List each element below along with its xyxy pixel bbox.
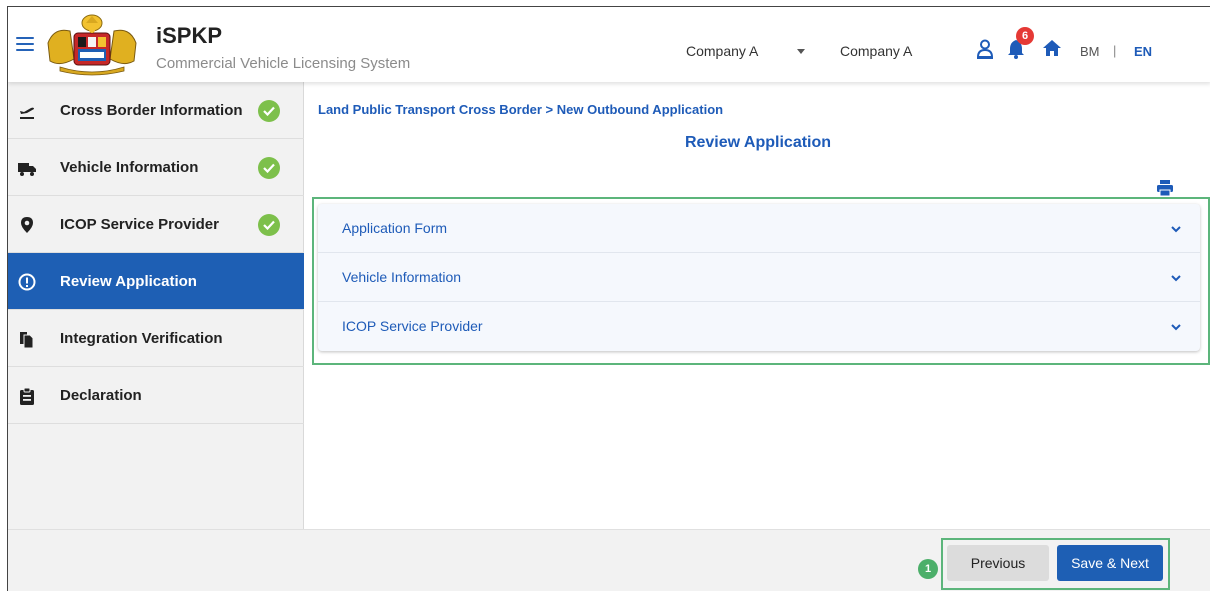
app-name: iSPKP — [156, 23, 223, 48]
accordion-label: Application Form — [342, 220, 448, 236]
coat-of-arms-logo — [47, 14, 137, 76]
page-title: Review Application — [684, 134, 832, 151]
sidebar-item-label: Review Application — [60, 273, 197, 290]
map-pin-icon — [21, 217, 33, 233]
sidebar-item-declaration[interactable]: Declaration — [8, 367, 304, 424]
clipboard-icon — [20, 387, 34, 405]
company-name: Company A — [840, 43, 913, 59]
files-icon — [20, 332, 34, 348]
sidebar: Cross Border Information Vehicle Informa… — [8, 82, 304, 529]
step-marker: 1 — [918, 559, 938, 579]
sidebar-item-integration-verification[interactable]: Integration Verification — [8, 310, 304, 367]
sidebar-item-cross-border-information[interactable]: Cross Border Information — [8, 82, 304, 139]
breadcrumb[interactable]: Land Public Transport Cross Border > New… — [318, 102, 723, 117]
check-circle-icon — [258, 157, 280, 179]
accordion-item-vehicle-information[interactable]: Vehicle Information — [318, 253, 1200, 302]
sidebar-item-label: Vehicle Information — [60, 159, 199, 176]
app-window: iSPKP Commercial Vehicle Licensing Syste… — [7, 6, 1210, 591]
accordion-item-application-form[interactable]: Application Form — [318, 204, 1200, 253]
sidebar-item-review-application[interactable]: Review Application — [8, 253, 304, 310]
sidebar-item-icop-service-provider[interactable]: ICOP Service Provider — [8, 196, 304, 253]
chevron-down-icon[interactable] — [1170, 273, 1182, 283]
accordion-label: ICOP Service Provider — [342, 318, 483, 334]
user-icon[interactable] — [976, 39, 994, 59]
lang-en-link[interactable]: EN — [1134, 44, 1152, 59]
sidebar-item-label: Declaration — [60, 387, 142, 404]
plane-departure-icon — [20, 107, 34, 119]
top-header: iSPKP Commercial Vehicle Licensing Syste… — [8, 7, 1210, 82]
sidebar-item-vehicle-information[interactable]: Vehicle Information — [8, 139, 304, 196]
home-icon[interactable] — [1042, 39, 1062, 57]
chevron-down-icon[interactable] — [1170, 224, 1182, 234]
accordion-label: Vehicle Information — [342, 269, 462, 285]
alert-circle-icon — [18, 273, 36, 291]
sidebar-item-label: Integration Verification — [60, 330, 223, 347]
check-circle-icon — [258, 214, 280, 236]
accordion-item-icop-service-provider[interactable]: ICOP Service Provider — [318, 302, 1200, 351]
menu-icon[interactable] — [16, 37, 34, 51]
chevron-down-icon[interactable] — [797, 49, 805, 54]
check-circle-icon — [258, 100, 280, 122]
app-subtitle: Commercial Vehicle Licensing System — [156, 55, 411, 72]
chevron-down-icon[interactable] — [1170, 322, 1182, 332]
notification-badge: 6 — [1016, 27, 1034, 45]
previous-button[interactable]: Previous — [947, 545, 1049, 581]
save-and-next-button[interactable]: Save & Next — [1057, 545, 1163, 581]
truck-icon — [18, 163, 36, 176]
sidebar-item-label: Cross Border Information — [60, 102, 243, 119]
lang-separator: | — [1113, 43, 1117, 58]
lang-bm-link[interactable]: BM — [1080, 44, 1100, 59]
company-select[interactable]: Company A — [686, 43, 758, 59]
review-accordion: Application Form Vehicle Information ICO… — [318, 204, 1200, 351]
sidebar-item-label: ICOP Service Provider — [60, 216, 219, 233]
print-icon[interactable] — [1156, 179, 1174, 197]
